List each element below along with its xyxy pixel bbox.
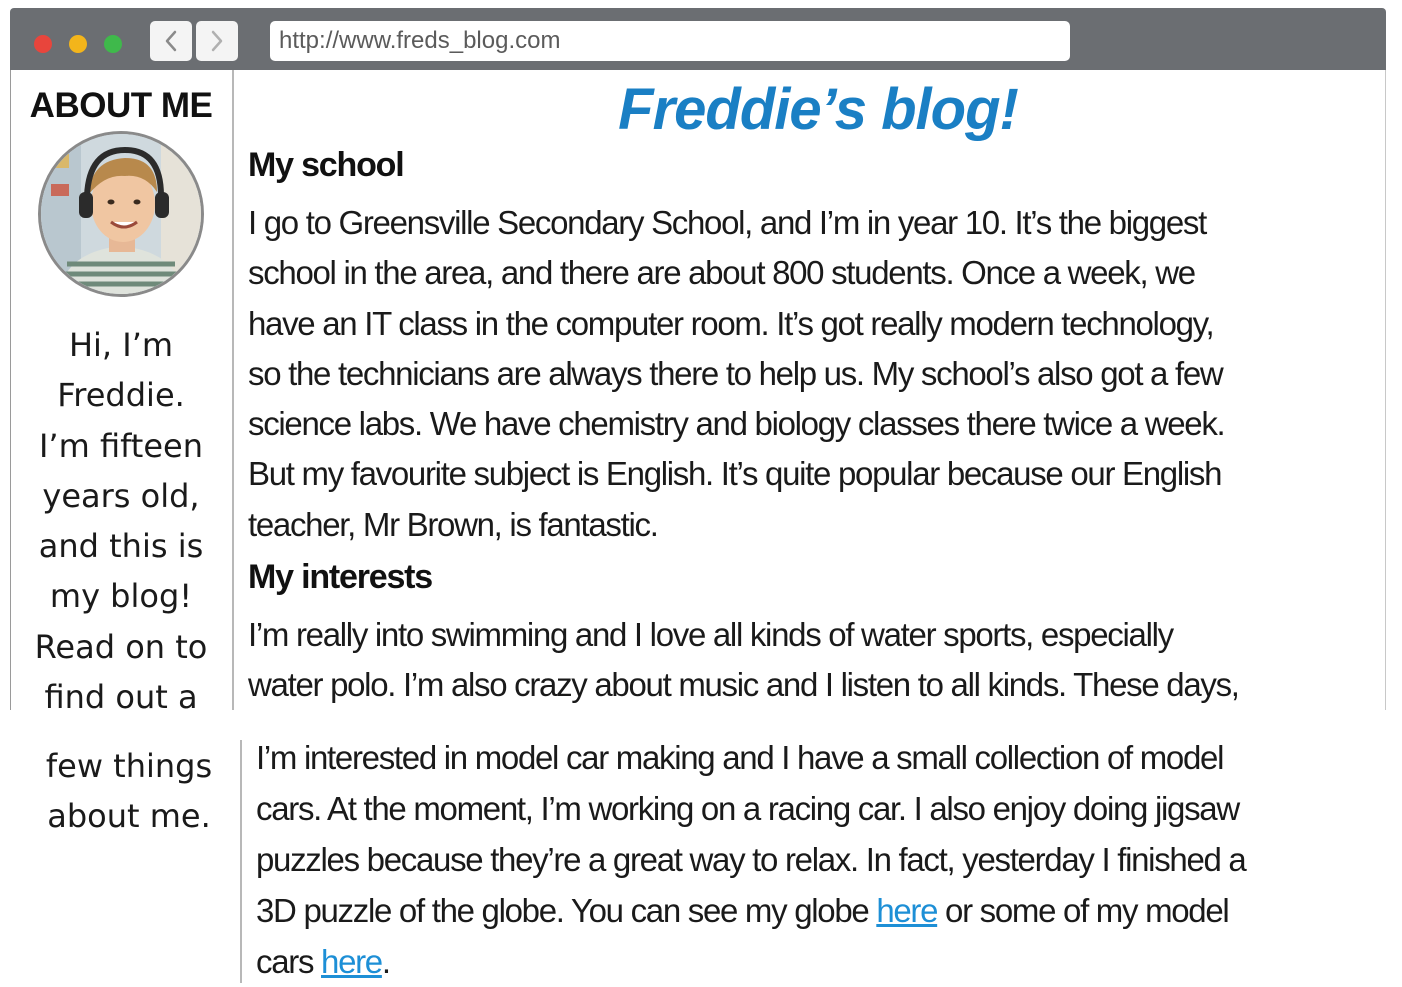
model-cars-link[interactable]: here: [321, 943, 383, 980]
about-me-heading: ABOUT ME: [29, 86, 213, 125]
section-heading-school: My school: [248, 146, 405, 184]
bio-line: Freddie.: [57, 376, 185, 415]
paragraph-line: I’m really into swimming and I love all …: [248, 616, 1174, 653]
section-heading-interests: My interests: [248, 558, 433, 596]
paragraph-line: cars here.: [256, 936, 1396, 987]
chevron-left-icon: [165, 30, 177, 52]
bio-line: find out a: [44, 678, 198, 717]
bio-text-continued: few things about me.: [18, 741, 240, 841]
address-bar[interactable]: http://www.freds_blog.com: [270, 21, 1070, 61]
bio-line: years old,: [42, 476, 200, 515]
paragraph-line: I’m interested in model car making and I…: [256, 739, 1224, 776]
interests-paragraph: I’m really into swimming and I love all …: [248, 610, 1388, 711]
paragraph-line: 3D puzzle of the globe. You can see my g…: [256, 885, 1396, 936]
chevron-right-icon: [211, 30, 223, 52]
text-span: 3D puzzle of the globe. You can see my g…: [256, 892, 877, 929]
profile-avatar: [38, 131, 204, 297]
paragraph-line: teacher, Mr Brown, is fantastic.: [248, 505, 659, 543]
paragraph-line: But my favourite subject is English. It’…: [248, 455, 1222, 493]
paragraph-line: puzzles because they’re a great way to r…: [256, 841, 1247, 878]
paragraph-line: school in the area, and there are about …: [248, 254, 1196, 292]
bio-line: I’m fifteen: [38, 426, 203, 465]
text-span: .: [381, 943, 391, 980]
boy-with-headphones-photo: [41, 134, 201, 294]
browser-toolbar: http://www.freds_blog.com: [10, 8, 1386, 70]
bio-line: few things: [45, 747, 213, 785]
paragraph-line: have an IT class in the computer room. I…: [248, 304, 1215, 342]
minimize-window-button[interactable]: [69, 35, 87, 53]
paragraph-line: water polo. I’m also crazy about music a…: [248, 666, 1240, 704]
text-span: or some of my model: [937, 892, 1230, 929]
column-divider: [232, 70, 234, 710]
paragraph-line: science labs. We have chemistry and biol…: [248, 405, 1226, 443]
interests-paragraph-continued: I’m interested in model car making and I…: [256, 732, 1396, 987]
back-button[interactable]: [150, 21, 192, 61]
page-border-left: [10, 70, 11, 710]
close-window-button[interactable]: [34, 35, 52, 53]
bio-line: Read on to: [34, 627, 208, 666]
paragraph-line: so the technicians are always there to h…: [248, 354, 1224, 392]
paragraph-line: I go to Greensville Secondary School, an…: [248, 204, 1207, 241]
bio-text: Hi, I’m Freddie. I’m fifteen years old, …: [12, 320, 230, 722]
bio-line: about me.: [47, 797, 211, 835]
forward-button[interactable]: [196, 21, 238, 61]
school-paragraph: I go to Greensville Secondary School, an…: [248, 198, 1388, 550]
bio-line: my blog!: [49, 577, 193, 616]
blog-title: Freddie’s blog!: [618, 77, 1019, 142]
column-divider-continued: [240, 740, 242, 983]
text-span: cars: [256, 943, 322, 980]
maximize-window-button[interactable]: [104, 35, 122, 53]
bio-line: Hi, I’m: [68, 326, 174, 364]
paragraph-line: cars. At the moment, I’m working on a ra…: [256, 790, 1240, 827]
bio-line: and this is: [38, 527, 204, 566]
globe-link[interactable]: here: [876, 892, 938, 929]
